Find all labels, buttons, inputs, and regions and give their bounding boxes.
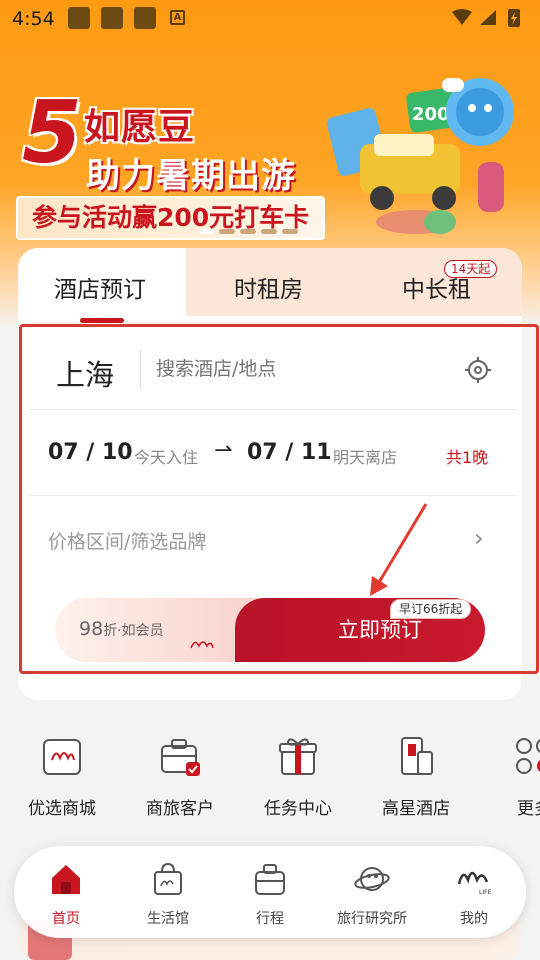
quick-menu-tasks[interactable]: 任务中心 xyxy=(250,728,346,819)
checkin-label: 今天入住 xyxy=(134,448,199,467)
nav-home[interactable]: 首页 xyxy=(16,860,116,928)
date-arrow-icon: ⇀ xyxy=(214,438,233,463)
home-icon xyxy=(52,865,80,894)
quick-menu-mall[interactable]: 优选商城 xyxy=(14,728,110,819)
nav-lifestyle[interactable]: 生活馆 xyxy=(118,860,218,928)
banner-subheadline: 助力暑期出游 xyxy=(86,156,296,196)
briefcase-icon xyxy=(161,739,200,776)
filter-label: 价格区间/筛选品牌 xyxy=(48,531,207,553)
search-input[interactable] xyxy=(156,358,436,380)
tab-hourly-room[interactable]: 时租房 xyxy=(234,270,303,304)
quick-menu-luxury-hotels[interactable]: 高星酒店 xyxy=(368,728,464,819)
suitcase-icon xyxy=(255,864,285,895)
notification-icon xyxy=(101,7,123,29)
shopping-bag-icon xyxy=(154,862,182,895)
notification-icon xyxy=(68,7,90,29)
checkout-label: 明天离店 xyxy=(333,448,398,467)
notification-icon xyxy=(134,7,156,29)
early-booking-tag: 早订66折起 xyxy=(390,599,472,619)
quick-menu-business[interactable]: 商旅客户 xyxy=(132,728,228,819)
status-time: 4:54 xyxy=(12,8,55,30)
mall-icon xyxy=(43,739,81,775)
discount-suffix: 折·如会员 xyxy=(103,623,164,639)
svg-text:200: 200 xyxy=(412,104,450,125)
status-bar: 4:54 A xyxy=(0,0,540,36)
active-tab-indicator xyxy=(80,318,124,323)
date-row[interactable]: 07 / 10 今天入住 ⇀ 07 / 11 明天离店 共1晚 xyxy=(28,410,516,496)
city-selector[interactable]: 上海 xyxy=(56,352,114,394)
checkin-date[interactable]: 07 / 10 xyxy=(48,440,133,465)
svg-text:LIFE: LIFE xyxy=(479,889,492,896)
status-icons xyxy=(452,9,520,27)
carousel-indicator xyxy=(200,229,298,234)
nav-profile[interactable]: LIFE 我的 xyxy=(424,860,524,928)
more-icon xyxy=(516,738,540,774)
gift-icon xyxy=(279,738,317,775)
filter-row[interactable]: 价格区间/筛选品牌 › xyxy=(28,496,516,580)
bottom-nav: 首页 生活馆 行程 旅行研究所 LIFE 我的 xyxy=(14,846,526,938)
signal-icon xyxy=(480,10,496,25)
banner-illustration: 200 xyxy=(326,78,514,234)
locate-icon[interactable] xyxy=(464,356,492,384)
checkout-date[interactable]: 07 / 11 xyxy=(247,440,332,465)
wifi-icon xyxy=(452,9,472,25)
banner-headline: 如愿豆 xyxy=(84,107,196,148)
quick-menu-more[interactable]: 更多 xyxy=(486,728,540,819)
planet-icon xyxy=(354,867,390,891)
nights-count: 共1晚 xyxy=(446,448,489,467)
booking-tabs: 酒店预订 时租房 中长租 14天起 xyxy=(18,248,522,324)
quick-menu: 优选商城 商旅客户 任务中心 高星酒店 更 xyxy=(0,728,540,828)
long-stay-badge: 14天起 xyxy=(444,260,498,278)
annotation-arrow xyxy=(370,503,428,596)
nav-travel-lab[interactable]: 旅行研究所 xyxy=(322,860,422,928)
nav-trips[interactable]: 行程 xyxy=(220,860,320,928)
banner-number: 5 xyxy=(22,83,82,183)
profile-logo-icon: LIFE xyxy=(457,871,492,896)
brand-logo-icon xyxy=(190,641,214,649)
tab-hotel-booking[interactable]: 酒店预订 xyxy=(54,270,146,304)
discount-value: 98 xyxy=(79,618,104,640)
building-icon xyxy=(401,737,433,775)
keyboard-icon: A xyxy=(170,10,185,25)
chevron-right-icon: › xyxy=(474,524,484,552)
city-search-row: 上海 xyxy=(28,330,516,410)
